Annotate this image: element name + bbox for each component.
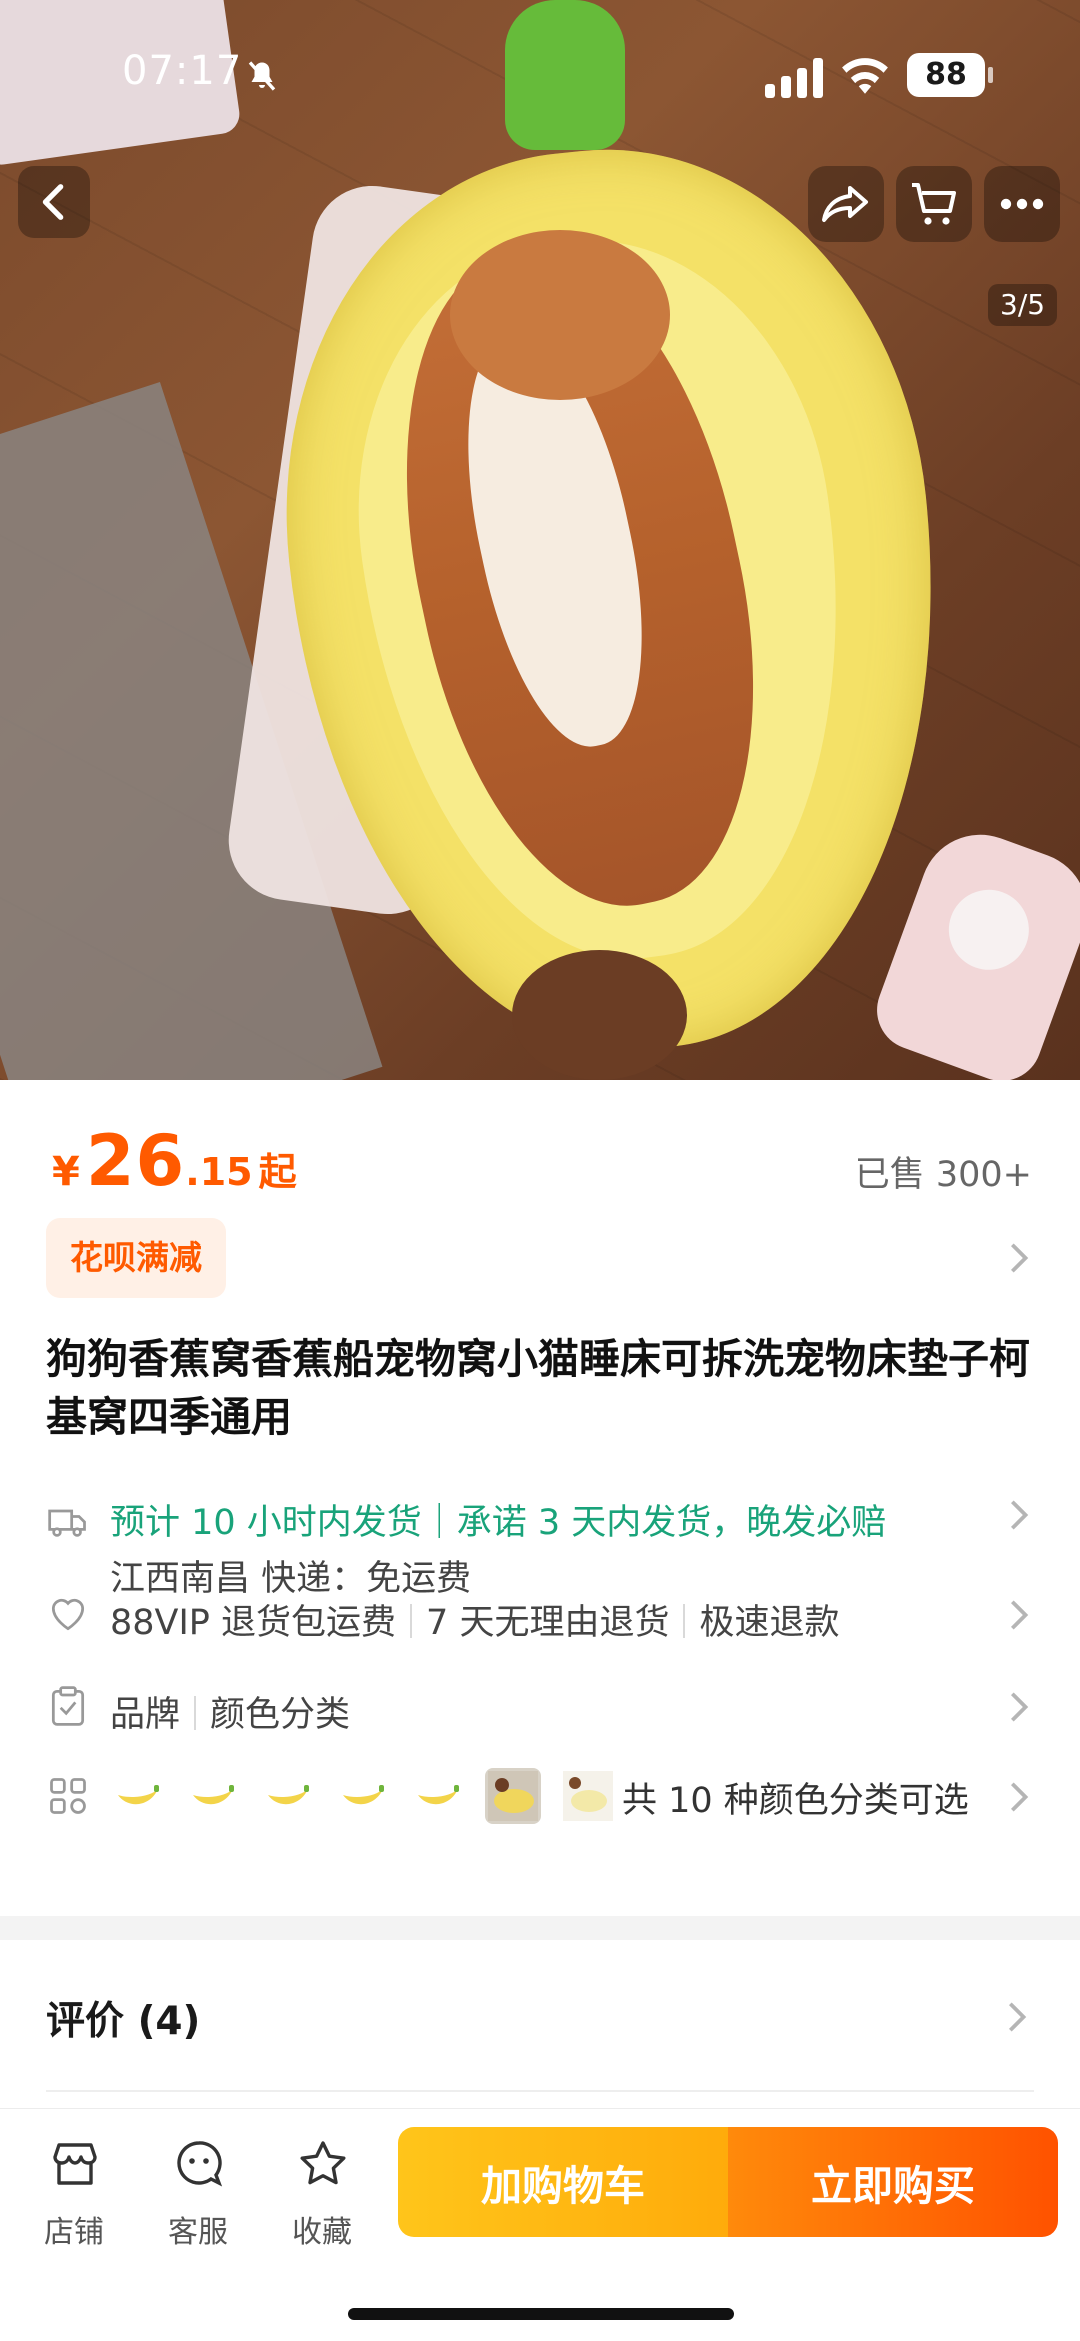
banana-icon[interactable] bbox=[260, 1768, 316, 1824]
home-indicator[interactable] bbox=[348, 2308, 734, 2320]
reviews-section[interactable]: 评价 (4) bbox=[0, 1940, 1080, 2092]
separator bbox=[194, 1696, 197, 1730]
store-label: 店铺 bbox=[44, 2215, 104, 2250]
shipping-row[interactable]: 预计 10 小时内发货｜承诺 3 天内发货，晚发必赔 江西南昌 快递：免运费 bbox=[46, 1492, 1036, 1602]
variants-row[interactable]: 共 10 种颜色分类可选 bbox=[46, 1766, 1036, 1830]
services-list: 88VIP 退货包运费 7 天无理由退货 极速退款 bbox=[110, 1594, 839, 1645]
clipboard-icon bbox=[51, 1686, 85, 1726]
banana-tip-shape bbox=[512, 950, 687, 1080]
price-suffix: 起 bbox=[258, 1150, 297, 1194]
params-row[interactable]: 品牌 颜色分类 bbox=[46, 1682, 1036, 1735]
banana-icon[interactable] bbox=[110, 1768, 166, 1824]
price-currency: ¥ bbox=[52, 1149, 80, 1195]
variants-count: 共 10 种颜色分类可选 bbox=[622, 1781, 969, 1821]
store-icon bbox=[53, 2143, 97, 2185]
separator bbox=[410, 1604, 413, 1638]
share-button[interactable] bbox=[808, 166, 884, 242]
purchase-buttons: 加购物车 立即购买 bbox=[398, 2127, 1058, 2237]
service-item: 88VIP 退货包运费 bbox=[110, 1603, 397, 1643]
add-to-cart-button[interactable]: 加购物车 bbox=[398, 2127, 728, 2237]
buy-now-button[interactable]: 立即购买 bbox=[728, 2127, 1058, 2237]
status-time: 07:17 bbox=[122, 48, 243, 94]
price-decimal: .15 bbox=[185, 1150, 253, 1194]
variant-swatches bbox=[110, 1768, 616, 1828]
more-button[interactable] bbox=[984, 166, 1060, 242]
chevron-right-icon bbox=[1010, 1782, 1029, 1812]
service-button[interactable]: 客服 bbox=[148, 2131, 248, 2250]
product-image[interactable] bbox=[0, 0, 1080, 1080]
heart-icon bbox=[51, 1598, 85, 1631]
services-row[interactable]: 88VIP 退货包运费 7 天无理由退货 极速退款 bbox=[46, 1590, 1036, 1643]
service-item: 7 天无理由退货 bbox=[426, 1603, 670, 1643]
bottom-action-bar: 店铺 客服 收藏 加购物车 立即购买 bbox=[0, 2108, 1080, 2341]
chevron-right-icon bbox=[1010, 1500, 1029, 1530]
product-page: 07:17 88 3/5 ¥26.15 起 已售 300+ 花呗满减 狗狗香蕉窝… bbox=[0, 0, 1080, 2341]
params-list: 品牌 颜色分类 bbox=[110, 1686, 350, 1737]
status-bar: 07:17 88 bbox=[0, 40, 1080, 110]
chevron-right-icon bbox=[1008, 2002, 1027, 2032]
share-icon bbox=[822, 186, 868, 222]
signal-icon bbox=[765, 58, 823, 98]
battery-indicator: 88 bbox=[907, 53, 993, 97]
chat-face-icon bbox=[177, 2141, 223, 2187]
dog-head-shape bbox=[450, 230, 670, 400]
reviews-divider bbox=[46, 2090, 1034, 2092]
more-icon bbox=[1000, 198, 1044, 210]
favorite-button[interactable]: 收藏 bbox=[272, 2131, 372, 2250]
service-item: 极速退款 bbox=[699, 1603, 840, 1643]
favorite-label: 收藏 bbox=[292, 2215, 352, 2250]
photo-thumb[interactable] bbox=[560, 1768, 616, 1824]
banana-icon[interactable] bbox=[185, 1768, 241, 1824]
star-icon bbox=[300, 2141, 346, 2185]
price-integer: 26 bbox=[85, 1120, 186, 1202]
chevron-right-icon bbox=[1010, 1692, 1029, 1722]
param-item: 品牌 bbox=[110, 1695, 181, 1735]
separator bbox=[683, 1604, 686, 1638]
sold-count: 已售 300+ bbox=[854, 1155, 1032, 1195]
product-title: 狗狗香蕉窝香蕉船宠物窝小猫睡床可拆洗宠物床垫子柯基窝四季通用 bbox=[46, 1335, 1030, 1441]
service-label: 客服 bbox=[168, 2215, 228, 2250]
shipping-estimate: 预计 10 小时内发货｜承诺 3 天内发货，晚发必赔 bbox=[110, 1503, 887, 1543]
wifi-icon bbox=[842, 58, 888, 94]
banana-icon[interactable] bbox=[410, 1768, 466, 1824]
image-counter: 3/5 bbox=[988, 284, 1058, 326]
bell-off-icon bbox=[248, 61, 276, 91]
reviews-label: 评价 (4) bbox=[46, 1999, 201, 2044]
truck-icon bbox=[48, 1509, 86, 1537]
chevron-left-icon bbox=[42, 184, 64, 220]
back-button[interactable] bbox=[18, 166, 90, 238]
photo-thumb[interactable] bbox=[485, 1768, 541, 1824]
promo-row[interactable]: 花呗满减 bbox=[46, 1218, 1036, 1300]
grid-icon bbox=[50, 1778, 86, 1814]
cart-button[interactable] bbox=[896, 166, 972, 242]
param-item: 颜色分类 bbox=[210, 1695, 351, 1735]
store-button[interactable]: 店铺 bbox=[24, 2131, 124, 2250]
section-divider bbox=[0, 1916, 1080, 1940]
banana-icon[interactable] bbox=[335, 1768, 391, 1824]
promo-tag: 花呗满减 bbox=[46, 1218, 226, 1298]
product-info-card: ¥26.15 起 已售 300+ 花呗满减 狗狗香蕉窝香蕉船宠物窝小猫睡床可拆洗宠… bbox=[0, 1080, 1080, 1910]
chevron-right-icon bbox=[1010, 1600, 1029, 1630]
chevron-right-icon bbox=[1010, 1243, 1029, 1273]
cart-icon bbox=[912, 183, 956, 225]
price: ¥26.15 起 bbox=[52, 1120, 297, 1202]
